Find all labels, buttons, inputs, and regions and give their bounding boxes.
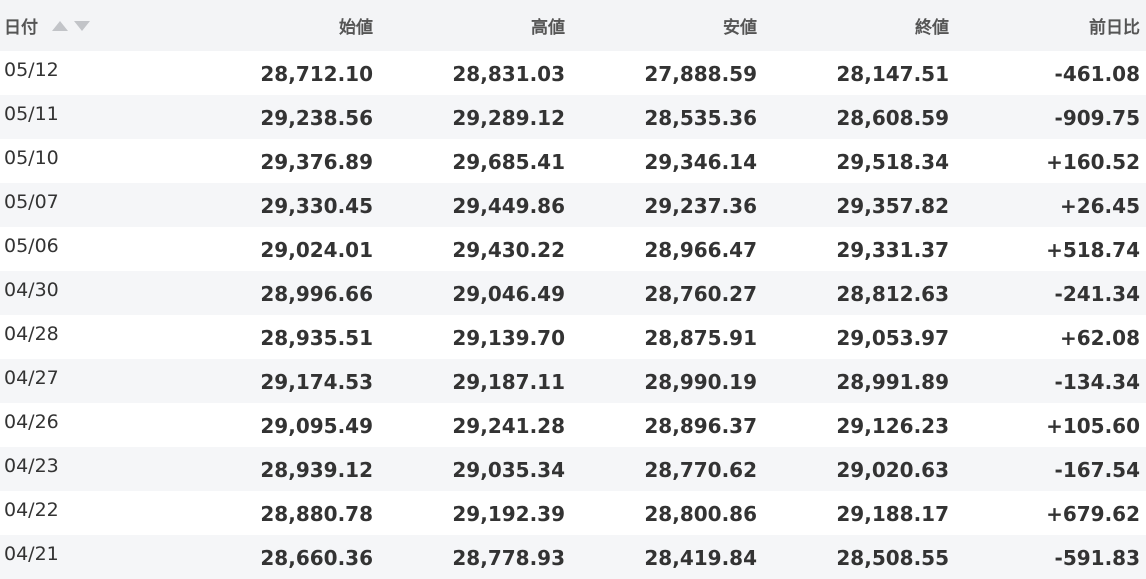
cell-close: 28,991.89 [836,370,949,394]
cell-open: 29,330.45 [260,194,373,218]
cell-change: -241.34 [1054,282,1140,306]
cell-close: 29,331.37 [836,238,949,262]
cell-close: 28,508.55 [836,546,949,570]
cell-high: 28,831.03 [452,62,565,86]
cell-high: 29,187.11 [452,370,565,394]
cell-change: -167.54 [1054,458,1140,482]
cell-high: 28,778.93 [452,546,565,570]
header-high: 高値 [531,18,565,38]
cell-low: 29,346.14 [644,150,757,174]
cell-low: 28,990.19 [644,370,757,394]
cell-date: 04/30 [4,279,59,301]
cell-close: 29,020.63 [836,458,949,482]
cell-date: 04/27 [4,367,59,389]
cell-close: 29,188.17 [836,502,949,526]
table-row: 05/11 29,238.56 29,289.12 28,535.36 28,608.5… [0,95,1146,139]
cell-open: 28,996.66 [260,282,373,306]
cell-change: +518.74 [1046,238,1140,262]
cell-open: 28,939.12 [260,458,373,482]
cell-close: 28,608.59 [836,106,949,130]
cell-close: 29,126.23 [836,414,949,438]
cell-low: 29,237.36 [644,194,757,218]
cell-change: -591.83 [1054,546,1140,570]
sort-descending-icon[interactable] [73,21,90,31]
table-row: 04/21 28,660.36 28,778.93 28,419.84 28,508.5… [0,535,1146,579]
cell-low: 28,770.62 [644,458,757,482]
cell-high: 29,241.28 [452,414,565,438]
table-row: 04/27 29,174.53 29,187.11 28,990.19 28,991.8… [0,359,1146,403]
price-history-table: 日付 始値 高値 安値 終値 前日比 05/12 28,712.10 28,831.… [0,0,1146,579]
cell-open: 29,174.53 [260,370,373,394]
table-row: 04/30 28,996.66 29,046.49 28,760.27 28,812.6… [0,271,1146,315]
cell-close: 29,053.97 [836,326,949,350]
cell-high: 29,192.39 [452,502,565,526]
table-row: 05/12 28,712.10 28,831.03 27,888.59 28,147.5… [0,51,1146,95]
cell-date: 04/22 [4,499,59,521]
table-header-row: 日付 始値 高値 安値 終値 前日比 [0,0,1146,51]
cell-high: 29,035.34 [452,458,565,482]
cell-date: 04/28 [4,323,59,345]
cell-high: 29,430.22 [452,238,565,262]
cell-date: 05/06 [4,235,59,257]
cell-change: -909.75 [1054,106,1140,130]
cell-change: +62.08 [1059,326,1140,350]
table-row: 05/06 29,024.01 29,430.22 28,966.47 29,331.3… [0,227,1146,271]
cell-open: 29,238.56 [260,106,373,130]
table-body: 05/12 28,712.10 28,831.03 27,888.59 28,147.5… [0,51,1146,579]
header-change: 前日比 [1089,18,1140,38]
sort-ascending-icon[interactable] [51,21,68,31]
sort-controls[interactable] [51,16,90,36]
cell-open: 29,376.89 [260,150,373,174]
table-row: 04/26 29,095.49 29,241.28 28,896.37 29,126.2… [0,403,1146,447]
cell-change: +679.62 [1046,502,1140,526]
cell-change: -134.34 [1054,370,1140,394]
cell-date: 05/11 [4,103,59,125]
cell-open: 28,880.78 [260,502,373,526]
header-date[interactable]: 日付 [0,0,190,51]
cell-high: 29,685.41 [452,150,565,174]
cell-change: +26.45 [1059,194,1140,218]
cell-open: 28,712.10 [260,62,373,86]
cell-low: 27,888.59 [644,62,757,86]
cell-date: 05/12 [4,59,59,81]
cell-low: 28,419.84 [644,546,757,570]
cell-low: 28,760.27 [644,282,757,306]
cell-date: 05/07 [4,191,59,213]
cell-date: 04/21 [4,543,59,565]
table-row: 04/22 28,880.78 29,192.39 28,800.86 29,188.1… [0,491,1146,535]
cell-low: 28,966.47 [644,238,757,262]
cell-close: 28,812.63 [836,282,949,306]
table-row: 04/28 28,935.51 29,139.70 28,875.91 29,053.9… [0,315,1146,359]
cell-date: 04/26 [4,411,59,433]
cell-change: -461.08 [1054,62,1140,86]
cell-high: 29,289.12 [452,106,565,130]
cell-high: 29,139.70 [452,326,565,350]
cell-date: 05/10 [4,147,59,169]
cell-change: +160.52 [1046,150,1140,174]
table-row: 04/23 28,939.12 29,035.34 28,770.62 29,020.6… [0,447,1146,491]
header-date-label: 日付 [4,18,38,38]
table-row: 05/10 29,376.89 29,685.41 29,346.14 29,518.3… [0,139,1146,183]
cell-change: +105.60 [1046,414,1140,438]
cell-date: 04/23 [4,455,59,477]
cell-open: 29,095.49 [260,414,373,438]
cell-low: 28,896.37 [644,414,757,438]
cell-open: 28,935.51 [260,326,373,350]
cell-close: 28,147.51 [836,62,949,86]
cell-low: 28,535.36 [644,106,757,130]
cell-close: 29,357.82 [836,194,949,218]
cell-low: 28,800.86 [644,502,757,526]
header-low: 安値 [723,18,757,38]
cell-close: 29,518.34 [836,150,949,174]
cell-open: 28,660.36 [260,546,373,570]
cell-high: 29,449.86 [452,194,565,218]
header-open: 始値 [339,18,373,38]
cell-open: 29,024.01 [260,238,373,262]
cell-high: 29,046.49 [452,282,565,306]
cell-low: 28,875.91 [644,326,757,350]
header-close: 終値 [915,18,949,38]
table-row: 05/07 29,330.45 29,449.86 29,237.36 29,357.8… [0,183,1146,227]
